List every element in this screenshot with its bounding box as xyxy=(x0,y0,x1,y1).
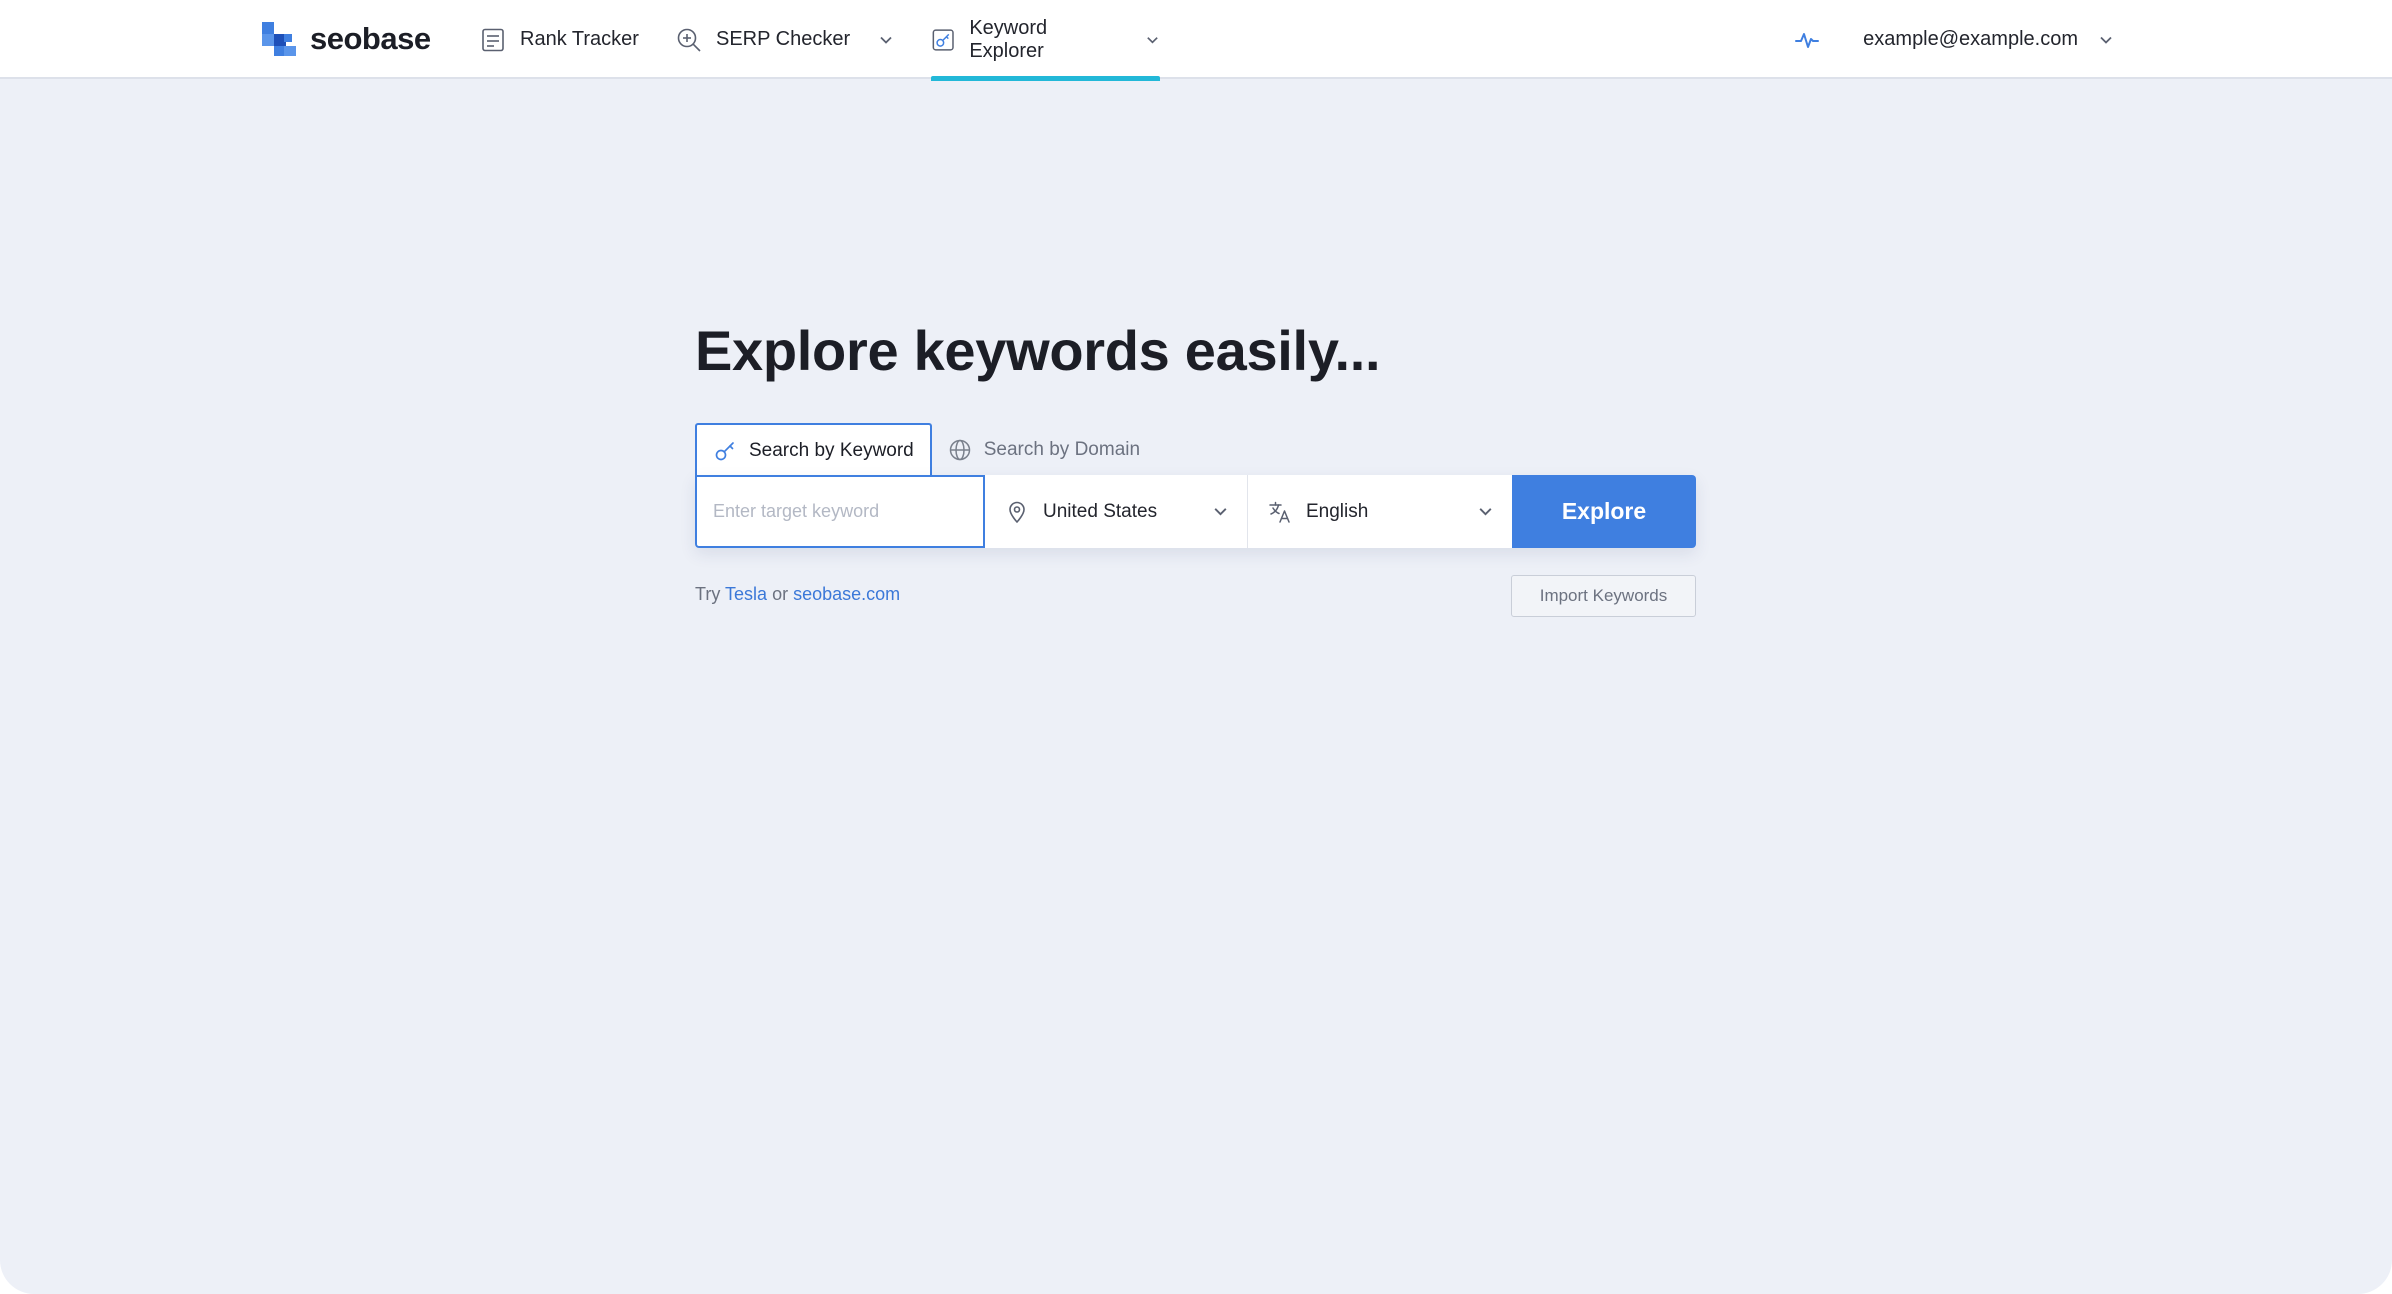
try-prefix: Try xyxy=(695,584,721,604)
chevron-down-icon xyxy=(1479,508,1492,516)
suggestion-link-tesla[interactable]: Tesla xyxy=(725,584,767,604)
account-email: example@example.com xyxy=(1863,28,2078,50)
try-joiner: or xyxy=(772,584,789,604)
nav-label-keyword-explorer: Keyword Explorer xyxy=(969,16,1048,62)
search-mode-tabs: Search by Keyword Search by Domain xyxy=(695,423,1156,476)
keyword-explorer-icon xyxy=(932,28,954,51)
location-pin-icon xyxy=(1009,501,1025,523)
app-window: seobase Rank Tracker SERP Checker Keywor… xyxy=(0,0,2392,1294)
tab-label: Search by Keyword xyxy=(749,439,914,461)
suggestion-link-seobase[interactable]: seobase.com xyxy=(793,584,900,604)
serp-checker-icon xyxy=(677,28,701,52)
key-icon xyxy=(715,441,734,460)
nav-label-rank-tracker: Rank Tracker xyxy=(520,28,639,50)
chevron-down-icon xyxy=(2100,36,2112,44)
tab-label: Search by Domain xyxy=(983,438,1141,460)
keyword-search-form: United States English Explore xyxy=(695,475,1696,548)
nav-item-keyword-explorer[interactable]: Keyword Explorer xyxy=(931,0,1160,81)
top-navigation-bar: seobase Rank Tracker SERP Checker Keywor… xyxy=(0,0,2392,81)
tab-search-by-domain[interactable]: Search by Domain xyxy=(932,423,1156,476)
try-suggestions: Try Tesla or seobase.com xyxy=(695,584,900,605)
translate-icon xyxy=(1269,501,1290,523)
language-value: English xyxy=(1306,500,1369,522)
nav-item-serp-checker[interactable]: SERP Checker xyxy=(676,0,894,79)
import-keywords-button[interactable]: Import Keywords xyxy=(1511,575,1696,617)
keyword-input[interactable] xyxy=(695,475,985,548)
country-value: United States xyxy=(1043,500,1158,522)
brand-logo[interactable]: seobase xyxy=(262,21,431,57)
chevron-down-icon xyxy=(1147,36,1158,44)
nav-item-rank-tracker[interactable]: Rank Tracker xyxy=(480,0,639,79)
chevron-down-icon xyxy=(880,36,892,44)
nav-label-serp-checker: SERP Checker xyxy=(716,28,851,50)
globe-icon xyxy=(949,439,970,460)
account-menu[interactable]: example@example.com xyxy=(1795,0,2114,79)
tab-search-by-keyword[interactable]: Search by Keyword xyxy=(695,423,932,476)
seobase-logo-icon xyxy=(262,22,296,56)
country-select[interactable]: United States xyxy=(985,475,1248,548)
brand-name: seobase xyxy=(310,21,431,56)
language-select[interactable]: English xyxy=(1248,475,1512,548)
explore-button[interactable]: Explore xyxy=(1512,475,1696,548)
chevron-down-icon xyxy=(1214,508,1227,516)
rank-tracker-icon xyxy=(482,28,504,51)
page-title: Explore keywords easily... xyxy=(695,319,1381,382)
activity-icon[interactable] xyxy=(1795,28,1820,52)
